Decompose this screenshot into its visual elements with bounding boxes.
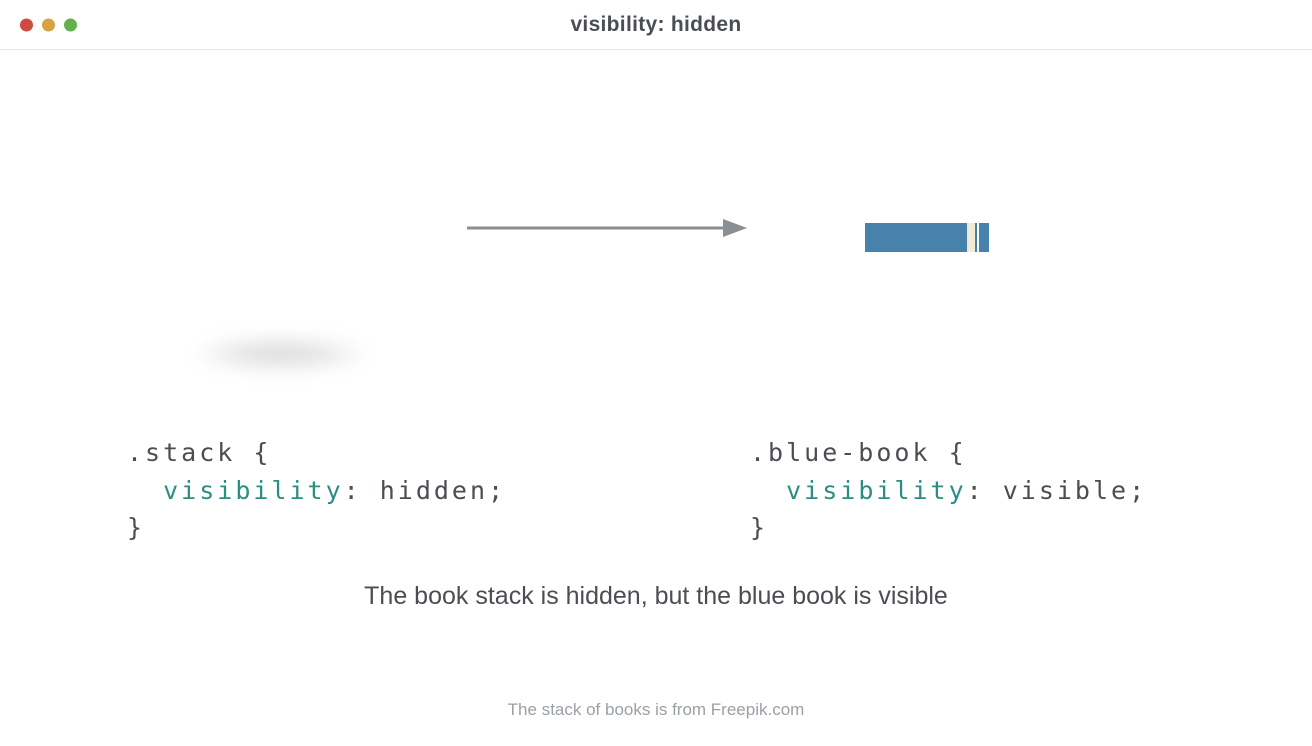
code-selector: .stack { xyxy=(127,438,271,467)
minimize-icon[interactable] xyxy=(42,18,55,31)
hidden-stack-shadow xyxy=(190,334,372,374)
arrow-icon xyxy=(465,215,755,245)
close-icon[interactable] xyxy=(20,18,33,31)
code-value: : hidden; xyxy=(344,476,506,505)
code-value: : visible; xyxy=(967,476,1148,505)
code-property: visibility xyxy=(786,476,967,505)
code-close: } xyxy=(127,513,145,542)
slide-content: .stack { visibility: hidden; } .blue-boo… xyxy=(0,50,1312,746)
slide-caption: The book stack is hidden, but the blue b… xyxy=(0,578,1312,616)
code-selector: .blue-book { xyxy=(750,438,967,467)
code-blue-book: .blue-book { visibility: visible; } xyxy=(750,434,1147,547)
image-credit: The stack of books is from Freepik.com xyxy=(0,700,1312,720)
blue-book-illustration xyxy=(865,223,989,252)
code-close: } xyxy=(750,513,768,542)
window-controls xyxy=(20,18,77,31)
titlebar: visibility: hidden xyxy=(0,0,1312,50)
zoom-icon[interactable] xyxy=(64,18,77,31)
code-property: visibility xyxy=(163,476,344,505)
window-title: visibility: hidden xyxy=(0,13,1312,37)
code-stack: .stack { visibility: hidden; } xyxy=(127,434,506,547)
